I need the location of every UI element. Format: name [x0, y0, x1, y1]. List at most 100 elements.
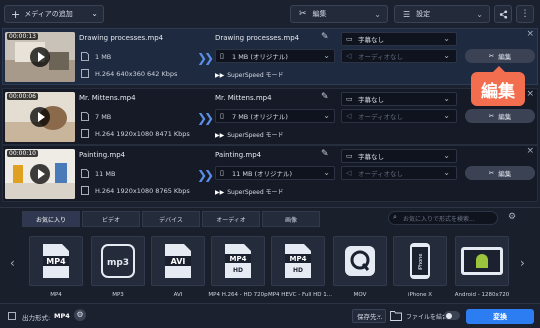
output-settings-gear-icon[interactable]: ⚙ [74, 309, 86, 321]
video-thumbnail[interactable]: 00:00:10 [5, 149, 75, 199]
search-icon: ⌕ [393, 213, 397, 221]
file-icon [81, 112, 89, 121]
subtitle-value: 字幕なし [358, 36, 384, 44]
play-icon[interactable] [30, 47, 50, 67]
close-icon[interactable]: × [526, 29, 534, 39]
save-to-button[interactable]: 保存先... ⌄ [352, 309, 386, 323]
tab-images[interactable]: 画像 [262, 211, 320, 227]
convert-arrow-icon: ❯❯ [197, 51, 214, 65]
subtitle-dropdown[interactable]: ▭ 字幕なし ⌄ [341, 32, 457, 46]
file-row[interactable]: 00:00:10 Painting.mp4 11 MB H.264 1920x1… [2, 145, 538, 202]
output-size-dropdown[interactable]: ▯ 11 MB (オリジナル) ⌄ [215, 166, 335, 180]
format-label: MP4 [50, 292, 62, 298]
output-size-value: 1 MB (オリジナル) [232, 53, 288, 61]
tab-devices[interactable]: デバイス [142, 211, 200, 227]
subtitle-value: 字幕なし [358, 96, 384, 104]
format-item-mp4-hevc[interactable]: MP4 HD MP4 HEVC - Full HD 1... [268, 236, 333, 298]
format-search-input[interactable]: ⌕ お気に入りで形式を検索... [388, 211, 498, 225]
superspeed-text: SuperSpeed モード [227, 72, 284, 79]
settings-menu-button[interactable]: ☰ 設定 ⌄ [394, 5, 490, 23]
iphone-icon: iPhone [393, 236, 447, 286]
superspeed-label: ▶▶ SuperSpeed モード [215, 187, 284, 196]
output-size-dropdown[interactable]: ▯ 1 MB (オリジナル) ⌄ [215, 49, 335, 63]
close-icon[interactable]: × [526, 146, 534, 156]
mp4-icon: MP4 [29, 236, 83, 286]
video-thumbnail[interactable]: 00:00:13 [5, 32, 75, 82]
tools-icon: ✂ [488, 52, 495, 60]
add-media-label: メディアの追加 [24, 10, 73, 18]
edit-tooltip: 編集 [471, 66, 525, 106]
subtitle-value: 字幕なし [358, 153, 384, 161]
format-settings-icon[interactable]: ⚙ [508, 212, 516, 222]
output-size-dropdown[interactable]: ▯ 7 MB (オリジナル) ⌄ [215, 109, 335, 123]
edit-button-label: 編集 [498, 113, 512, 121]
play-icon[interactable] [30, 107, 50, 127]
tools-icon: ✂ [488, 169, 495, 177]
chevron-left-icon[interactable]: ‹ [10, 256, 15, 270]
format-item-iphone[interactable]: iPhone iPhone X [390, 236, 450, 298]
chevron-down-icon: ⌄ [443, 168, 450, 177]
format-label: MP4 HEVC - Full HD 1... [268, 292, 333, 298]
tab-video[interactable]: ビデオ [82, 211, 140, 227]
plus-icon: + [11, 7, 21, 21]
rename-pencil-icon[interactable]: ✎ [321, 32, 329, 42]
svg-text:mp3: mp3 [107, 258, 129, 268]
folder-icon[interactable] [390, 310, 402, 321]
audio-dropdown[interactable]: ◁ オーディオなし ⌄ [341, 109, 457, 123]
edit-button-label: 編集 [498, 53, 512, 61]
svg-text:iPhone: iPhone [418, 254, 424, 271]
mp4-hevc-icon: MP4 HD [271, 236, 325, 286]
subtitle-icon: ▭ [346, 95, 353, 103]
subtitle-dropdown[interactable]: ▭ 字幕なし ⌄ [341, 149, 457, 163]
chevron-right-icon[interactable]: › [520, 256, 525, 270]
file-icon: ▯ [220, 52, 224, 60]
tab-favorites[interactable]: お気に入り [22, 211, 80, 227]
rename-pencil-icon[interactable]: ✎ [321, 149, 329, 159]
edit-menu-label: 編集 [312, 10, 327, 18]
output-format-value[interactable]: MP4 [54, 312, 70, 320]
chevron-down-icon: ⌄ [443, 94, 450, 103]
add-media-button[interactable]: + メディアの追加 ⌄ [4, 5, 104, 23]
share-button[interactable] [494, 5, 512, 23]
edit-button[interactable]: ✂ 編集 [465, 166, 535, 180]
superspeed-icon: ▶▶ [215, 72, 225, 79]
format-panel: お気に入り ビデオ デバイス オーディオ 画像 ⌕ お気に入りで形式を検索...… [0, 207, 540, 303]
format-item-mov[interactable]: MOV [330, 236, 390, 298]
chevron-down-icon: ⌄ [323, 111, 330, 120]
convert-button[interactable]: 変換 [466, 309, 534, 324]
chevron-down-icon: ⌄ [91, 9, 98, 18]
file-info: H.264 1920x1080 8471 Kbps [95, 130, 190, 138]
format-item-mp4[interactable]: MP4 MP4 [26, 236, 86, 298]
audio-dropdown[interactable]: ◁ オーディオなし ⌄ [341, 49, 457, 63]
format-item-mp4-hd[interactable]: MP4 HD MP4 H.264 - HD 720p [208, 236, 268, 298]
kebab-menu-icon: ⋮ [520, 8, 530, 19]
mov-icon [333, 236, 387, 286]
audio-dropdown[interactable]: ◁ オーディオなし ⌄ [341, 166, 457, 180]
share-icon [499, 9, 507, 19]
rename-pencil-icon[interactable]: ✎ [321, 92, 329, 102]
file-size: 1 MB [95, 53, 112, 61]
video-thumbnail[interactable]: 00:00:06 [5, 92, 75, 142]
more-menu-button[interactable]: ⋮ [516, 5, 534, 23]
file-icon: ▯ [220, 112, 224, 120]
file-row[interactable]: 00:00:13 Drawing processes.mp4 1 MB H.26… [2, 28, 538, 85]
play-icon[interactable] [30, 164, 50, 184]
format-label: MP4 H.264 - HD 720p [208, 292, 268, 298]
format-label: AVI [173, 292, 183, 298]
close-icon[interactable]: × [526, 89, 534, 99]
chevron-down-icon: ⌄ [374, 9, 381, 19]
format-label: iPhone X [407, 292, 433, 298]
subtitle-dropdown[interactable]: ▭ 字幕なし ⌄ [341, 92, 457, 106]
format-item-mp3[interactable]: mp3 MP3 [88, 236, 148, 298]
android-icon [455, 236, 509, 286]
merge-files-toggle[interactable] [444, 311, 460, 320]
edit-button[interactable]: ✂ 編集 [465, 109, 535, 123]
chevron-down-icon: ⌄ [443, 151, 450, 160]
edit-menu-button[interactable]: ✂ 編集 ⌄ [290, 5, 388, 23]
format-item-android[interactable]: Android - 1280x720 [452, 236, 512, 298]
tab-audio[interactable]: オーディオ [202, 211, 260, 227]
format-item-avi[interactable]: AVI AVI [148, 236, 208, 298]
file-row[interactable]: 00:00:06 Mr. Mittens.mp4 7 MB H.264 1920… [2, 88, 538, 145]
film-icon [81, 129, 89, 138]
edit-button[interactable]: ✂ 編集 [465, 49, 535, 63]
